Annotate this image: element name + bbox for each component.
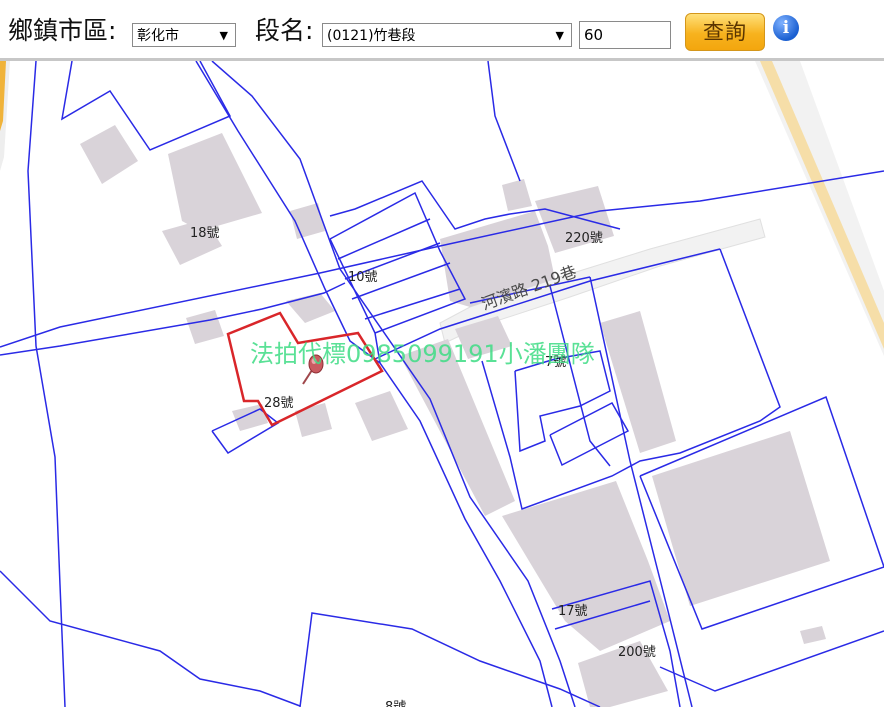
cadastral-map[interactable]: 河濱路 219巷 18號 10號 220號 28號 7號 17號 200號 8號…: [0, 61, 884, 707]
chevron-down-icon: ▼: [555, 29, 564, 42]
info-icon[interactable]: i: [773, 15, 799, 41]
section-select-value: (0121)竹巷段: [327, 28, 416, 44]
township-select[interactable]: 彰化市 ▼: [132, 23, 236, 47]
house-number-label: 17號: [558, 604, 588, 619]
watermark: 法拍代標0985099191小潘團隊: [250, 340, 595, 368]
section-select[interactable]: (0121)竹巷段 ▼: [322, 23, 572, 47]
toolbar: 鄉鎮市區: 彰化市 ▼ 段名: (0121)竹巷段 ▼ 查詢 i: [0, 0, 884, 58]
section-label: 段名:: [255, 16, 314, 45]
house-number-label: 200號: [618, 645, 656, 660]
house-number-label: 28號: [264, 396, 294, 411]
house-number-label: 8號: [385, 700, 406, 707]
township-label: 鄉鎮市區:: [8, 16, 117, 45]
parcel-number-input[interactable]: [579, 21, 671, 49]
house-number-label: 220號: [565, 231, 603, 246]
chevron-down-icon: ▼: [219, 29, 228, 42]
township-select-value: 彰化市: [137, 28, 179, 44]
query-button[interactable]: 查詢: [685, 13, 765, 51]
house-number-label: 10號: [348, 270, 378, 285]
house-number-label: 18號: [190, 226, 220, 241]
